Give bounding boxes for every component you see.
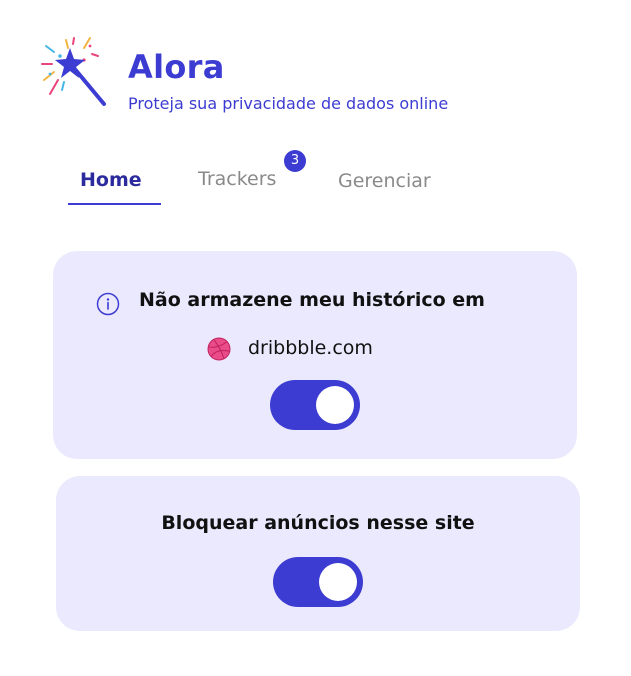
block-ads-toggle[interactable] [273,557,363,607]
ads-card: Bloquear anúncios nesse site [56,476,580,631]
tab-home[interactable]: Home [80,169,142,191]
tab-gerenciar[interactable]: Gerenciar [338,170,431,192]
active-tab-indicator [68,203,161,205]
ads-card-title: Bloquear anúncios nesse site [161,512,475,534]
history-toggle[interactable] [270,380,360,430]
trackers-count-badge: 3 [284,150,306,172]
app-subtitle: Proteja sua privacidade de dados online [128,94,449,113]
tab-trackers[interactable]: Trackers [198,168,276,190]
site-name: dribbble.com [248,337,373,359]
dribbble-icon [207,337,231,361]
toggle-knob [319,563,357,601]
info-icon[interactable] [96,292,120,316]
history-card-title: Não armazene meu histórico em [139,289,485,311]
toggle-knob [316,386,354,424]
app-title: Alora [128,48,225,86]
magic-wand-icon [41,37,106,106]
history-card: Não armazene meu histórico em dribbble.c… [53,251,577,459]
